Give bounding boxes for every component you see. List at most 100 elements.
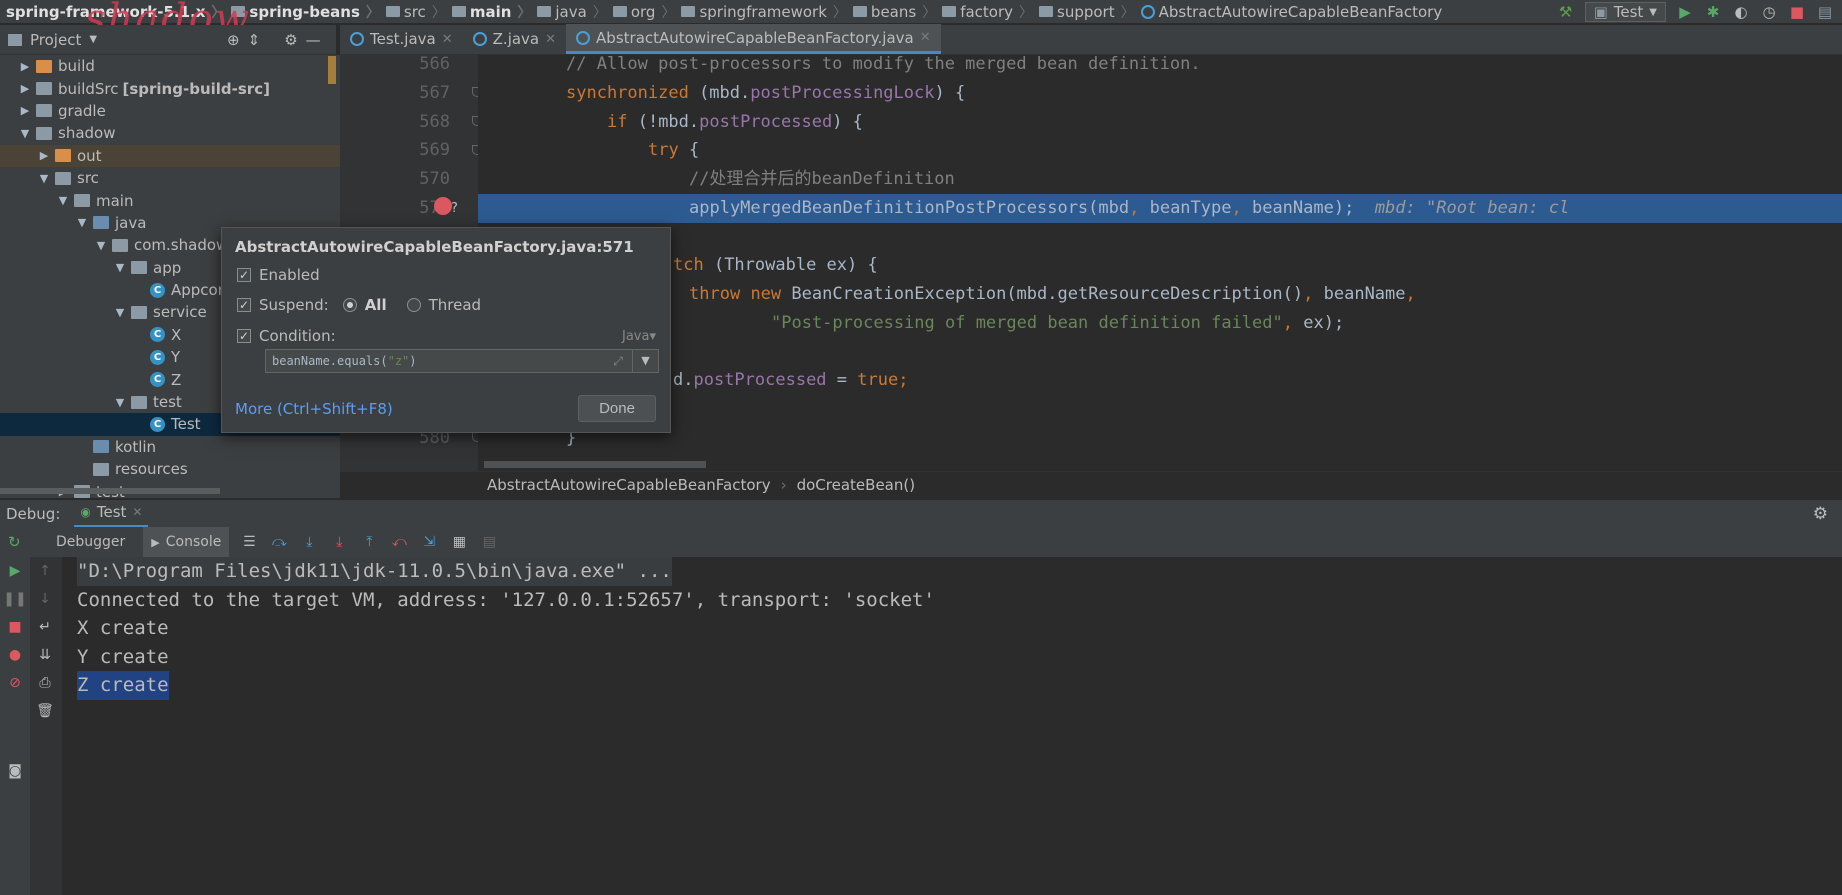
arrow-down-icon[interactable]: ↓ bbox=[30, 585, 60, 613]
tree-item-resources[interactable]: resources bbox=[0, 458, 340, 480]
collapsed-arrow-icon[interactable]: ▶ bbox=[18, 104, 32, 117]
run-icon[interactable]: ▶ bbox=[1676, 3, 1694, 21]
crumb-org[interactable]: org 〉 bbox=[607, 2, 675, 22]
crumb-springframework[interactable]: springframework 〉 bbox=[675, 2, 847, 22]
expanded-arrow-icon[interactable]: ▼ bbox=[56, 194, 70, 207]
crumb-class[interactable]: AbstractAutowireCapableBeanFactory bbox=[1135, 3, 1442, 21]
crumb-src[interactable]: src 〉 bbox=[380, 2, 446, 22]
expanded-arrow-icon[interactable]: ▼ bbox=[94, 239, 108, 252]
arrow-up-icon[interactable]: ↑ bbox=[30, 557, 60, 585]
debug-bug-icon[interactable]: ✱ bbox=[1704, 3, 1722, 21]
evaluate-expression-icon[interactable]: ▦ bbox=[449, 532, 469, 552]
collapsed-arrow-icon[interactable]: ▶ bbox=[18, 82, 32, 95]
project-panel-title[interactable]: Project bbox=[30, 31, 81, 49]
step-over-icon[interactable]: ⤼ bbox=[269, 532, 289, 552]
print-icon[interactable]: ⎙ bbox=[30, 669, 60, 697]
expand-icon[interactable]: ⤢ bbox=[604, 354, 632, 369]
locate-icon[interactable]: ⊕ bbox=[227, 31, 240, 49]
resume-icon[interactable]: ▶ bbox=[0, 557, 30, 585]
chevron-down-icon[interactable]: ▼ bbox=[632, 350, 658, 372]
tree-scrollbar[interactable] bbox=[328, 56, 336, 84]
tree-item-buildsrc[interactable]: ▶ buildSrc [spring-build-src] bbox=[0, 77, 340, 99]
collapse-all-icon[interactable]: ⇕ bbox=[248, 31, 261, 49]
trace-icon[interactable]: ▤ bbox=[479, 532, 499, 552]
tree-item-label: kotlin bbox=[115, 437, 157, 456]
tree-item-gradle[interactable]: ▶ gradle bbox=[0, 100, 340, 122]
tab-debugger[interactable]: Debugger bbox=[48, 527, 133, 557]
scroll-to-end-icon[interactable]: ⇊ bbox=[30, 641, 60, 669]
stop-icon[interactable]: ■ bbox=[0, 613, 30, 641]
breakpoint-icon[interactable] bbox=[434, 197, 452, 215]
menu-icon[interactable]: ☰ bbox=[239, 532, 259, 552]
run-to-cursor-icon[interactable]: ⇲ bbox=[419, 532, 439, 552]
view-breakpoints-icon[interactable]: ● bbox=[0, 641, 30, 669]
tab-z-java[interactable]: Z.java ✕ bbox=[463, 24, 566, 54]
expanded-arrow-icon[interactable]: ▼ bbox=[113, 396, 127, 409]
gear-icon[interactable]: ⚙ bbox=[284, 31, 297, 49]
code-text: BeanCreationException(mbd.getResourceDes… bbox=[781, 284, 1304, 304]
done-button[interactable]: Done bbox=[578, 395, 656, 422]
crumb-main[interactable]: main 〉 bbox=[446, 2, 531, 22]
chevron-down-icon[interactable]: ▼ bbox=[89, 34, 97, 45]
mute-breakpoints-icon[interactable]: ⊘ bbox=[0, 669, 30, 697]
close-icon[interactable]: ✕ bbox=[442, 32, 453, 47]
tab-abstract-autowire[interactable]: AbstractAutowireCapableBeanFactory.java ✕ bbox=[566, 24, 941, 54]
tab-test-java[interactable]: Test.java ✕ bbox=[340, 24, 463, 54]
expanded-arrow-icon[interactable]: ▼ bbox=[18, 127, 32, 140]
expanded-arrow-icon[interactable]: ▼ bbox=[37, 172, 51, 185]
coverage-icon[interactable]: ◐ bbox=[1732, 3, 1750, 21]
tree-horizontal-scrollbar[interactable] bbox=[0, 488, 220, 494]
minimize-icon[interactable]: — bbox=[306, 31, 321, 49]
suspend-all-radio[interactable] bbox=[342, 298, 357, 312]
more-link[interactable]: More (Ctrl+Shift+F8) bbox=[235, 400, 393, 418]
step-into-icon[interactable]: ⤓ bbox=[299, 532, 319, 552]
trash-icon[interactable]: 🗑 bbox=[30, 697, 60, 725]
suspend-checkbox[interactable]: ✓ bbox=[237, 298, 251, 312]
drop-frame-icon[interactable]: ⤺ bbox=[389, 532, 409, 552]
crumb-java[interactable]: java 〉 bbox=[531, 2, 607, 22]
collapsed-arrow-icon[interactable]: ▶ bbox=[18, 60, 32, 73]
editor-horizontal-scrollbar[interactable] bbox=[484, 461, 706, 468]
editor-breadcrumb: AbstractAutowireCapableBeanFactory › doC… bbox=[340, 471, 1842, 497]
code-editor[interactable]: // Allow post-processors to modify the m… bbox=[478, 55, 1842, 471]
rerun-icon[interactable]: ↻ bbox=[8, 533, 38, 551]
run-config-select[interactable]: ▣ Test ▼ bbox=[1584, 2, 1666, 22]
expanded-arrow-icon[interactable]: ▼ bbox=[113, 261, 127, 274]
console-output[interactable]: "D:\Program Files\jdk11\jdk-11.0.5\bin\j… bbox=[62, 557, 1842, 895]
tree-item-label: Z bbox=[171, 370, 182, 389]
soft-wrap-icon[interactable]: ↵ bbox=[30, 613, 60, 641]
tree-item-src[interactable]: ▼ src bbox=[0, 167, 340, 189]
build-hammer-icon[interactable]: ⚒ bbox=[1557, 3, 1575, 21]
force-step-into-icon[interactable]: ⤓ bbox=[329, 532, 349, 552]
tree-item-main[interactable]: ▼ main bbox=[0, 189, 340, 211]
stop-icon[interactable]: ■ bbox=[1788, 3, 1806, 21]
condition-checkbox[interactable]: ✓ bbox=[237, 329, 251, 343]
language-select[interactable]: Java▾ bbox=[622, 329, 656, 344]
crumb-factory[interactable]: factory 〉 bbox=[936, 2, 1033, 22]
gear-icon[interactable]: ⚙ bbox=[1813, 504, 1828, 524]
camera-icon[interactable]: ◙ bbox=[0, 757, 30, 785]
tree-item-out[interactable]: ▶ out bbox=[0, 144, 340, 167]
profile-icon[interactable]: ◷ bbox=[1760, 3, 1778, 21]
close-icon[interactable]: ✕ bbox=[920, 30, 931, 45]
collapsed-arrow-icon[interactable]: ▶ bbox=[37, 149, 51, 162]
close-icon[interactable]: ✕ bbox=[545, 32, 556, 47]
expanded-arrow-icon[interactable]: ▼ bbox=[113, 306, 127, 319]
pause-icon[interactable]: ❚❚ bbox=[0, 585, 30, 613]
tree-item-build[interactable]: ▶ build bbox=[0, 55, 340, 77]
crumb-beans[interactable]: beans 〉 bbox=[847, 2, 936, 22]
crumb-support[interactable]: support 〉 bbox=[1033, 2, 1135, 22]
suspend-thread-radio[interactable] bbox=[406, 298, 421, 312]
breadcrumb-class[interactable]: AbstractAutowireCapableBeanFactory bbox=[487, 476, 771, 494]
project-structure-icon[interactable]: ▤ bbox=[1816, 3, 1834, 21]
expanded-arrow-icon[interactable]: ▼ bbox=[75, 216, 89, 229]
close-icon[interactable]: ✕ bbox=[132, 505, 142, 519]
enabled-checkbox[interactable]: ✓ bbox=[237, 268, 251, 282]
tree-item-shadow[interactable]: ▼ shadow bbox=[0, 122, 340, 144]
debug-session-tab[interactable]: ◉ Test ✕ bbox=[74, 500, 149, 528]
step-out-icon[interactable]: ⤒ bbox=[359, 532, 379, 552]
tab-console[interactable]: ▶ Console bbox=[143, 527, 230, 557]
condition-input[interactable]: beanName.equals("z") ⤢ ▼ bbox=[265, 349, 659, 373]
breadcrumb-method[interactable]: doCreateBean() bbox=[797, 476, 915, 494]
tree-item-kotlin[interactable]: kotlin bbox=[0, 436, 340, 458]
